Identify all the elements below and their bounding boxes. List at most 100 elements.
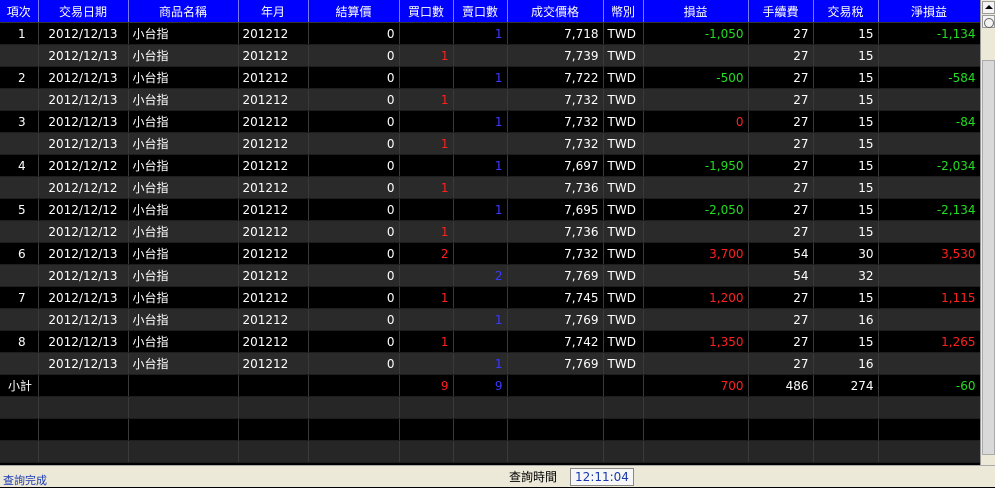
cell-date: 2012/12/13 <box>38 286 129 309</box>
table-row[interactable]: 2012/12/13 小台指 201212 0 1 7,732 TWD 27 15 <box>0 132 981 155</box>
column-header[interactable]: 淨損益 <box>878 0 981 23</box>
table-row[interactable]: 3 2012/12/13 小台指 201212 0 1 7,732 TWD 0 27 15 -84 <box>0 110 981 133</box>
empty-cell <box>128 396 239 419</box>
cell-fee: 27 <box>748 176 814 199</box>
table-row[interactable]: 2012/12/13 小台指 201212 0 1 7,732 TWD 27 15 <box>0 88 981 111</box>
cell-net: -2,034 <box>878 154 981 177</box>
query-time-label: 查詢時間 <box>508 470 557 484</box>
empty-cell <box>643 418 749 441</box>
column-header[interactable]: 成交價格 <box>507 0 604 23</box>
table-row[interactable]: 7 2012/12/13 小台指 201212 0 1 7,745 TWD 1,200 27 15 1… <box>0 286 981 309</box>
cell-product: 小台指 <box>128 308 239 331</box>
cell-product: 小台指 <box>128 264 239 287</box>
column-header[interactable]: 項次 <box>0 0 39 23</box>
cell-month: 201212 <box>238 110 309 133</box>
cell-product: 小台指 <box>128 154 239 177</box>
table-row[interactable]: 4 2012/12/12 小台指 201212 0 1 7,697 TWD -1,950 27 15… <box>0 154 981 177</box>
cell-sell <box>453 220 508 243</box>
cell-tax: 15 <box>813 330 879 353</box>
cell-sell <box>453 44 508 67</box>
column-header[interactable]: 交易日期 <box>38 0 129 23</box>
subtotal-cell <box>128 374 239 397</box>
cell-date: 2012/12/13 <box>38 330 129 353</box>
cell-sell: 1 <box>453 308 508 331</box>
cell-fee: 27 <box>748 44 814 67</box>
cell-date: 2012/12/13 <box>38 66 129 89</box>
table-row[interactable]: 2012/12/13 小台指 201212 0 1 7,769 TWD 27 16 <box>0 308 981 331</box>
vertical-scrollbar[interactable] <box>980 0 995 465</box>
cell-pl <box>643 44 749 67</box>
cell-settle: 0 <box>308 176 400 199</box>
column-header[interactable]: 損益 <box>643 0 749 23</box>
cell-tax: 15 <box>813 44 879 67</box>
cell-net <box>878 352 981 375</box>
column-header[interactable]: 幣別 <box>603 0 644 23</box>
subtotal-cell <box>603 374 644 397</box>
cell-cur: TWD <box>603 352 644 375</box>
cell-tax: 16 <box>813 308 879 331</box>
table-row[interactable]: 1 2012/12/13 小台指 201212 0 1 7,718 TWD -1,050 27 15… <box>0 22 981 45</box>
cell-buy <box>399 22 454 45</box>
cell-price: 7,732 <box>507 88 604 111</box>
cell-tax: 30 <box>813 242 879 265</box>
table-row[interactable]: 2012/12/13 小台指 201212 0 2 7,769 TWD 54 32 <box>0 264 981 287</box>
table-row[interactable]: 2012/12/12 小台指 201212 0 1 7,736 TWD 27 15 <box>0 176 981 199</box>
empty-cell <box>603 396 644 419</box>
subtotal-cell: 小計 <box>0 374 39 397</box>
table-row[interactable]: 8 2012/12/13 小台指 201212 0 1 7,742 TWD 1,350 27 15 1… <box>0 330 981 353</box>
empty-cell <box>308 440 400 463</box>
empty-cell <box>38 418 129 441</box>
empty-cell <box>0 440 39 463</box>
cell-price: 7,718 <box>507 22 604 45</box>
table-row[interactable]: 5 2012/12/12 小台指 201212 0 1 7,695 TWD -2,050 27 15… <box>0 198 981 221</box>
cell-net: -2,134 <box>878 198 981 221</box>
cell-buy: 1 <box>399 176 454 199</box>
cell-price: 7,769 <box>507 308 604 331</box>
cell-product: 小台指 <box>128 176 239 199</box>
cell-settle: 0 <box>308 308 400 331</box>
scroll-ring-button[interactable] <box>982 15 995 28</box>
column-header[interactable]: 年月 <box>238 0 309 23</box>
cell-sell <box>453 176 508 199</box>
table-row[interactable]: 2012/12/12 小台指 201212 0 1 7,736 TWD 27 15 <box>0 220 981 243</box>
cell-settle: 0 <box>308 66 400 89</box>
empty-cell <box>813 440 879 463</box>
column-header[interactable]: 商品名稱 <box>128 0 239 23</box>
cell-tax: 16 <box>813 352 879 375</box>
cell-net: -1,134 <box>878 22 981 45</box>
table-row[interactable]: 6 2012/12/13 小台指 201212 0 2 7,732 TWD 3,700 54 30 3… <box>0 242 981 265</box>
cell-month: 201212 <box>238 242 309 265</box>
column-header[interactable]: 買口數 <box>399 0 454 23</box>
cell-settle: 0 <box>308 198 400 221</box>
cell-month: 201212 <box>238 198 309 221</box>
cell-tax: 15 <box>813 66 879 89</box>
cell-cur: TWD <box>603 22 644 45</box>
cell-pl: -500 <box>643 66 749 89</box>
cell-pl: -2,050 <box>643 198 749 221</box>
cell-date: 2012/12/13 <box>38 22 129 45</box>
cell-buy <box>399 308 454 331</box>
cell-pl <box>643 176 749 199</box>
column-header[interactable]: 賣口數 <box>453 0 508 23</box>
cell-date: 2012/12/13 <box>38 110 129 133</box>
column-header[interactable]: 交易稅 <box>813 0 879 23</box>
cell-product: 小台指 <box>128 44 239 67</box>
cell-item: 2 <box>0 66 39 89</box>
ring-icon <box>983 18 994 28</box>
cell-price: 7,732 <box>507 110 604 133</box>
cell-item <box>0 220 39 243</box>
table-row[interactable]: 2012/12/13 小台指 201212 0 1 7,739 TWD 27 15 <box>0 44 981 67</box>
cell-cur: TWD <box>603 110 644 133</box>
cell-date: 2012/12/12 <box>38 198 129 221</box>
scroll-thumb[interactable] <box>982 60 995 455</box>
empty-cell <box>748 418 814 441</box>
column-header[interactable]: 結算價 <box>308 0 400 23</box>
table-row[interactable]: 2 2012/12/13 小台指 201212 0 1 7,722 TWD -500 27 15 -5… <box>0 66 981 89</box>
cell-buy: 1 <box>399 88 454 111</box>
cell-item: 4 <box>0 154 39 177</box>
cell-net: 1,115 <box>878 286 981 309</box>
empty-cell <box>603 418 644 441</box>
table-row[interactable]: 2012/12/13 小台指 201212 0 1 7,769 TWD 27 16 <box>0 352 981 375</box>
scroll-up-button[interactable] <box>982 1 995 14</box>
column-header[interactable]: 手續費 <box>748 0 814 23</box>
